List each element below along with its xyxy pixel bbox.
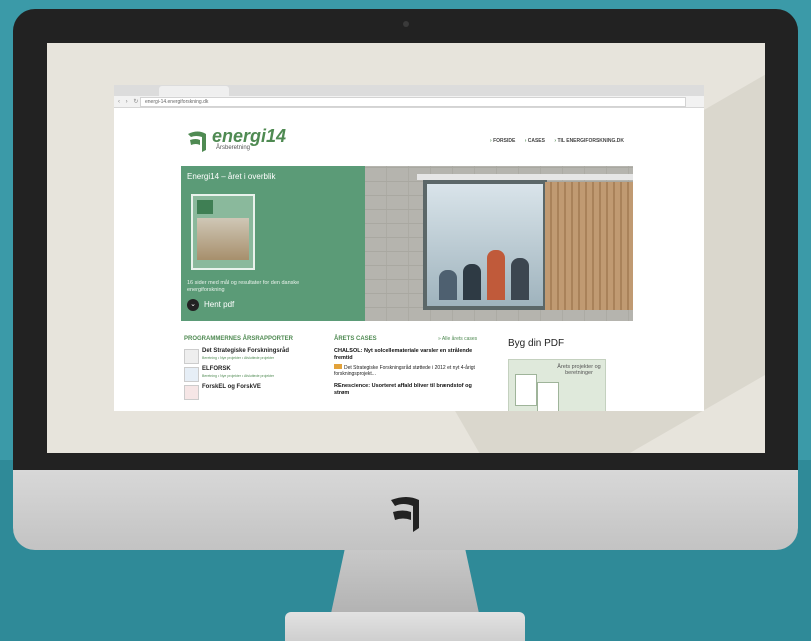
case-title[interactable]: REnescience: Usorteret affald bliver til… bbox=[334, 383, 482, 397]
case-text-body: Det Strategiske Forskningsråd støttede i… bbox=[334, 365, 475, 377]
nav-cases[interactable]: CASES bbox=[525, 138, 545, 144]
window-glass bbox=[427, 184, 543, 306]
monitor-stand-base bbox=[285, 612, 525, 641]
cases-heading: ÅRETS CASES bbox=[334, 336, 377, 342]
download-pdf-button[interactable]: ⌄ Hent pdf bbox=[187, 299, 234, 311]
monitor-screen: ‹ › ↻ energi-14.energiforskning.dk energ… bbox=[47, 43, 765, 453]
report-cover-image[interactable] bbox=[191, 194, 255, 270]
chevron-down-icon: ⌄ bbox=[187, 299, 199, 311]
hero-title: Energi14 – året i overblik bbox=[187, 172, 276, 181]
monitor-stand-neck bbox=[330, 548, 480, 618]
hero-panel: Energi14 – året i overblik 16 sider med … bbox=[181, 166, 365, 321]
pdf-card-label: Årets projekter og beretninger bbox=[557, 364, 601, 376]
pdf-builder-card[interactable]: Årets projekter og beretninger bbox=[508, 359, 606, 411]
list-item[interactable]: ForskEL og ForskVE bbox=[184, 384, 334, 400]
list-item[interactable]: ELFORSK Beretning • Nye projekter • Afsl… bbox=[184, 366, 334, 382]
person bbox=[439, 270, 457, 300]
case-title[interactable]: CHALSOL: Nyt solcellemateriale varsler e… bbox=[334, 348, 482, 362]
cases-list: CHALSOL: Nyt solcellemateriale varsler e… bbox=[334, 348, 482, 397]
url-field[interactable]: energi-14.energiforskning.dk bbox=[140, 97, 686, 107]
document-icon bbox=[537, 382, 559, 411]
browser-titlebar bbox=[114, 85, 704, 101]
web-page: energi14 Årsberetning FORSIDE CASES TIL … bbox=[114, 108, 704, 411]
case-thumbnail bbox=[334, 364, 342, 369]
cover-logo-icon bbox=[197, 200, 213, 214]
hero-photo bbox=[365, 166, 633, 321]
browser-window: ‹ › ↻ energi-14.energiforskning.dk energ… bbox=[114, 85, 704, 411]
nav-forside[interactable]: FORSIDE bbox=[490, 138, 515, 144]
camera-icon bbox=[403, 21, 409, 27]
program-links[interactable]: Beretning • Nye projekter • Afsluttede p… bbox=[202, 356, 274, 360]
person bbox=[511, 258, 529, 300]
elforsk-logo-icon bbox=[184, 367, 199, 382]
logo-text: energi14 bbox=[212, 126, 287, 146]
person bbox=[487, 250, 505, 300]
address-bar: ‹ › ↻ energi-14.energiforskning.dk bbox=[114, 96, 704, 108]
nav-energiforskning[interactable]: TIL ENERGIFORSKNING.DK bbox=[554, 138, 624, 144]
build-pdf-heading: Byg din PDF bbox=[508, 338, 565, 349]
brand-logo-icon bbox=[391, 497, 419, 532]
all-cases-link[interactable]: » Alle årets cases bbox=[438, 336, 477, 342]
program-name: ForskEL og ForskVE bbox=[202, 384, 261, 390]
case-text: Det Strategiske Forskningsråd støttede i… bbox=[334, 364, 482, 377]
list-item[interactable]: Det Strategiske Forskningsråd Beretning … bbox=[184, 348, 334, 364]
people-group bbox=[437, 244, 537, 300]
top-navigation: FORSIDE CASES TIL ENERGIFORSKNING.DK bbox=[482, 138, 624, 144]
window-frame bbox=[423, 180, 547, 310]
hero-description: 16 sider med mål og resultater for den d… bbox=[187, 280, 300, 293]
forskel-logo-icon bbox=[184, 385, 199, 400]
programs-list: Det Strategiske Forskningsråd Beretning … bbox=[184, 348, 334, 402]
document-icon bbox=[515, 374, 537, 406]
program-name: ELFORSK bbox=[202, 366, 231, 372]
energi-logo-icon bbox=[188, 131, 206, 152]
dsf-logo-icon bbox=[184, 349, 199, 364]
logo-subtitle: Årsberetning bbox=[216, 145, 251, 151]
download-pdf-label: Hent pdf bbox=[204, 300, 235, 310]
browser-tab[interactable] bbox=[159, 86, 229, 96]
person bbox=[463, 264, 481, 300]
program-links[interactable]: Beretning • Nye projekter • Afsluttede p… bbox=[202, 374, 274, 378]
nav-arrows-icon[interactable]: ‹ › ↻ bbox=[118, 98, 140, 105]
program-name: Det Strategiske Forskningsråd bbox=[202, 348, 290, 354]
cover-photo bbox=[197, 218, 249, 260]
wooden-shutter bbox=[545, 182, 633, 310]
programs-heading: PROGRAMMERNES ÅRSRAPPORTER bbox=[184, 336, 294, 342]
